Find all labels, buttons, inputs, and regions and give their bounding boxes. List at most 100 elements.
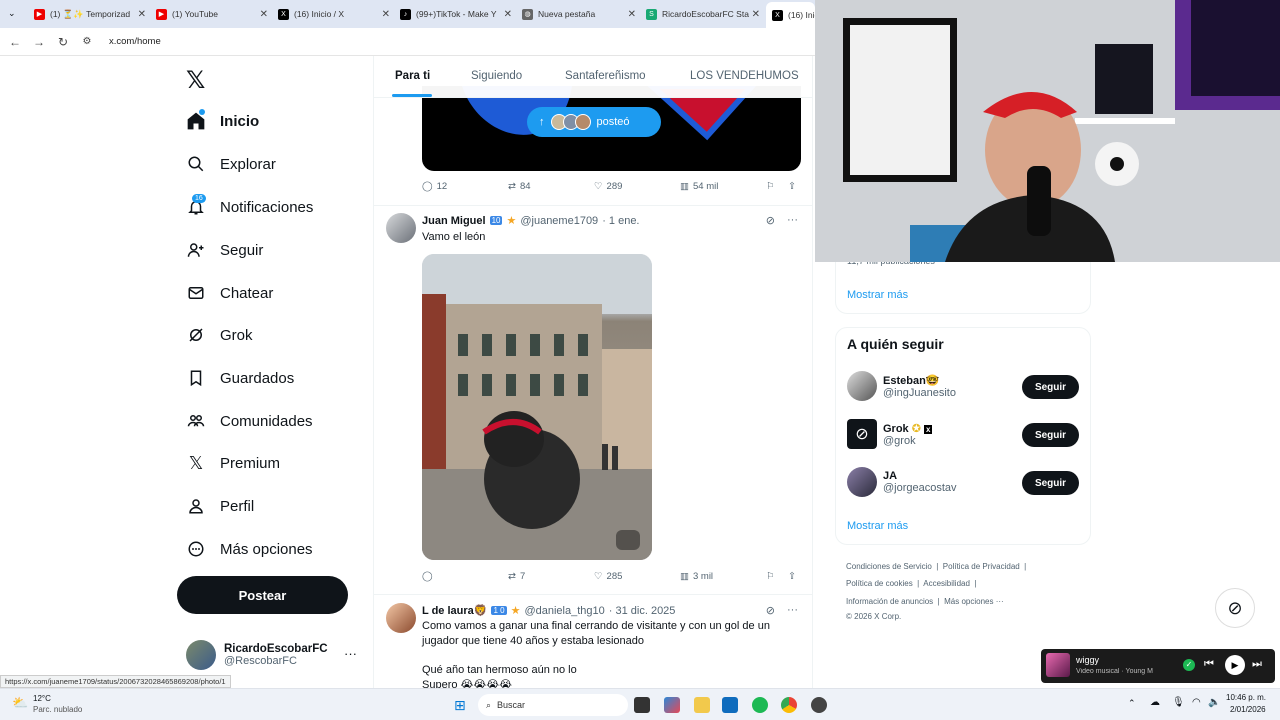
more-icon[interactable]: ··· (787, 604, 798, 617)
footer-link[interactable]: Accesibilidad (923, 579, 970, 588)
author-name[interactable]: L de laura🦁 (422, 604, 487, 617)
reply-button[interactable]: ◯ 12 (422, 181, 447, 192)
file-explorer-icon[interactable] (694, 697, 710, 713)
nav-item-profile[interactable]: Perfil (186, 496, 254, 516)
avatar[interactable] (386, 603, 416, 633)
nav-item-explore[interactable]: Explorar (186, 154, 276, 174)
onedrive-icon[interactable]: ☁ (1150, 697, 1160, 708)
x-logo-icon[interactable]: 𝕏 (186, 66, 205, 95)
spotify-icon[interactable] (752, 697, 768, 713)
post-button[interactable]: Postear (177, 576, 348, 614)
grok-icon[interactable]: ⊘ (766, 604, 775, 617)
tab-santaferenismo[interactable]: Santafereñismo (565, 70, 646, 82)
next-icon[interactable]: ⏭ (1252, 658, 1262, 671)
store-icon[interactable] (722, 697, 738, 713)
clock-time[interactable]: 10:46 p. m. (1226, 693, 1266, 702)
footer-link[interactable]: Condiciones de Servicio (846, 562, 932, 571)
bookmark-button[interactable]: ⚐ (766, 571, 775, 582)
copilot-icon[interactable] (664, 697, 680, 713)
avatar[interactable] (386, 213, 416, 243)
browser-tab[interactable]: X (16) Inicio / X ✕ (272, 4, 394, 24)
tweet-date[interactable]: · 31 dic. 2025 (609, 605, 676, 617)
tab-list-icon[interactable]: ⌄ (8, 8, 16, 19)
account-more-icon[interactable]: ··· (344, 646, 357, 661)
windows-start-icon[interactable]: ⊞ (454, 697, 466, 714)
play-icon[interactable]: ▶ (1225, 655, 1245, 675)
weather-temp[interactable]: 12°C (33, 694, 51, 703)
footer-link[interactable]: Más opciones ··· (944, 597, 1004, 606)
close-icon[interactable]: ✕ (382, 9, 390, 20)
nav-item-premium[interactable]: 𝕏 Premium (186, 453, 280, 473)
bookmark-button[interactable]: ⚐ (766, 181, 775, 192)
views-button[interactable]: ▥ 3 mil (680, 571, 713, 582)
repost-button[interactable]: ⇄ 84 (508, 181, 531, 192)
tweet-date[interactable]: · 1 ene. (602, 215, 639, 227)
close-icon[interactable]: ✕ (138, 9, 146, 20)
tweet-photo[interactable] (422, 254, 652, 560)
tray-chevron-icon[interactable]: ⌃ (1128, 698, 1136, 709)
taskbar-search[interactable]: ⌕ Buscar (478, 694, 628, 716)
footer-link[interactable]: Política de Privacidad (943, 562, 1020, 571)
follow-suggestion[interactable]: ⊘ Grok ✪ x @grok (847, 419, 933, 449)
close-icon[interactable]: ✕ (628, 9, 636, 20)
like-button[interactable]: ♡ 285 (594, 571, 622, 582)
browser-tab[interactable]: ▶ (1) YouTube ✕ (150, 4, 272, 24)
forward-icon[interactable]: → (27, 35, 51, 49)
browser-tab[interactable]: ♪ (99+)TikTok - Make Y ✕ (394, 4, 516, 24)
nav-item-grok[interactable]: Grok (186, 325, 253, 345)
share-button[interactable]: ⇪ (788, 571, 796, 582)
previous-icon[interactable]: ⏮ (1204, 658, 1214, 671)
tab-los-vendehumos[interactable]: LOS VENDEHUMOS (690, 70, 799, 82)
footer-link[interactable]: Política de cookies (846, 579, 913, 588)
nav-item-chat[interactable]: Chatear (186, 283, 273, 303)
new-posts-pill[interactable]: ↑ posteó (527, 107, 661, 137)
browser-tab-active[interactable]: X (16) Inic (766, 2, 815, 28)
share-button[interactable]: ⇪ (788, 181, 796, 192)
url-input[interactable]: x.com/home (109, 36, 161, 47)
grok-icon[interactable]: ⊘ (766, 214, 775, 227)
close-icon[interactable]: ✕ (260, 9, 268, 20)
show-more-follow[interactable]: Mostrar más (847, 520, 908, 532)
repost-button[interactable]: ⇄ 7 (508, 571, 525, 582)
chrome-icon[interactable] (781, 697, 797, 713)
task-view-icon[interactable] (634, 697, 650, 713)
follow-button[interactable]: Seguir (1022, 471, 1079, 495)
wifi-icon[interactable]: ◠ (1192, 697, 1201, 708)
nav-item-bookmarks[interactable]: Guardados (186, 368, 294, 388)
close-icon[interactable]: ✕ (752, 9, 760, 20)
browser-tab[interactable]: ▶ (1) ⏳✨ Temporizad ✕ (28, 4, 150, 24)
nav-item-follow[interactable]: Seguir (186, 240, 263, 260)
show-more-trends[interactable]: Mostrar más (847, 289, 908, 301)
clock-date[interactable]: 2/01/2026 (1230, 705, 1266, 714)
tab-for-you[interactable]: Para ti (395, 70, 430, 82)
grok-fab[interactable]: ⊘ (1215, 588, 1255, 628)
nav-item-home[interactable]: Inicio (186, 111, 259, 131)
author-name[interactable]: Juan Miguel (422, 215, 486, 227)
obs-icon[interactable] (811, 697, 827, 713)
nav-item-more[interactable]: Más opciones (186, 539, 313, 559)
volume-icon[interactable]: 🔈 (1208, 697, 1220, 708)
follow-suggestion[interactable]: Esteban🤓 @ingJuanesito (847, 371, 956, 401)
reload-icon[interactable]: ↻ (51, 35, 75, 49)
follow-suggestion[interactable]: JA @jorgeacostav (847, 467, 957, 497)
footer-link[interactable]: Información de anuncios (846, 597, 933, 606)
views-button[interactable]: ▥ 54 mil (680, 181, 718, 192)
microphone-icon[interactable]: 🎙 (1172, 697, 1185, 708)
account-switcher[interactable]: RicardoEscobarFC @RescobarFC (186, 640, 328, 670)
tab-following[interactable]: Siguiendo (471, 70, 522, 82)
follow-button[interactable]: Seguir (1022, 423, 1079, 447)
more-icon[interactable]: ··· (787, 214, 798, 227)
like-button[interactable]: ♡ 289 (594, 181, 622, 192)
browser-tab[interactable]: ◍ Nueva pestaña ✕ (516, 4, 640, 24)
author-handle[interactable]: @juaneme1709 (520, 215, 598, 227)
weather-desc[interactable]: Parc. nublado (33, 705, 82, 714)
nav-item-communities[interactable]: Comunidades (186, 411, 313, 431)
site-info-icon[interactable]: ⚙ (75, 36, 99, 47)
browser-tab[interactable]: S RicardoEscobarFC Sta ✕ (640, 4, 764, 24)
reply-button[interactable]: ◯ (422, 571, 437, 582)
follow-button[interactable]: Seguir (1022, 375, 1079, 399)
back-icon[interactable]: ← (3, 35, 27, 49)
media-player-widget[interactable]: wiggy Video musical · Young M ✓ ⏮ ▶ ⏭ (1041, 649, 1275, 683)
author-handle[interactable]: @daniela_thg10 (524, 605, 604, 617)
close-icon[interactable]: ✕ (504, 9, 512, 20)
